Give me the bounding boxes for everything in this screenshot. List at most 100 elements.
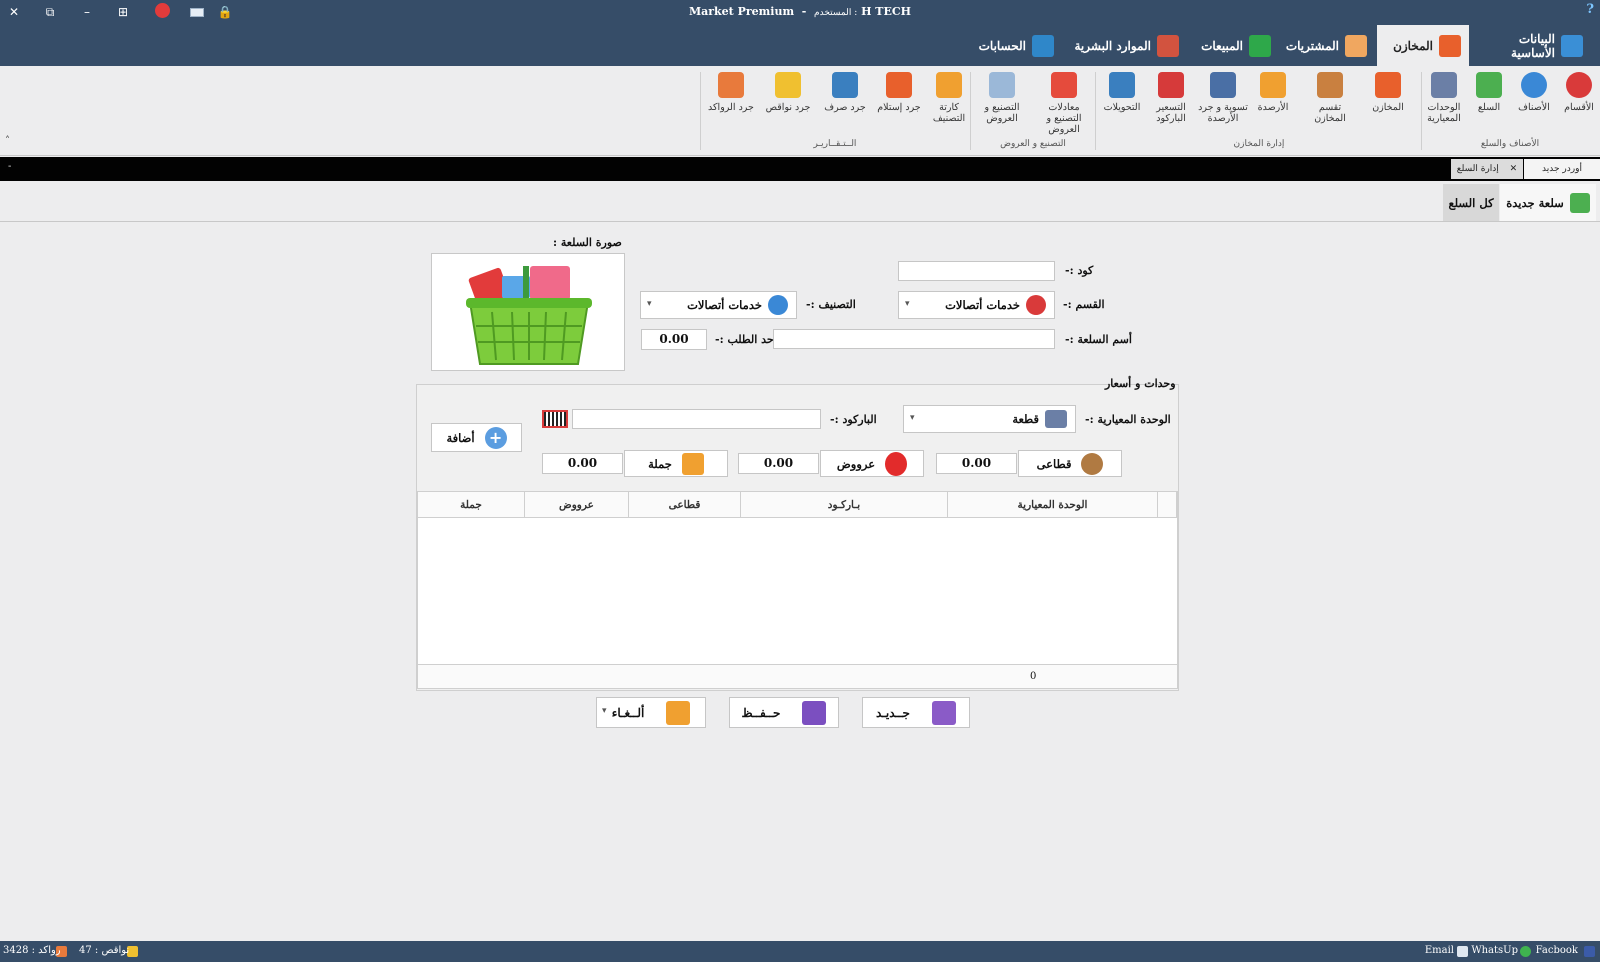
- email-link[interactable]: Email: [1425, 945, 1454, 956]
- sales-icon: [1249, 34, 1271, 57]
- purchases-icon: [1345, 34, 1367, 57]
- ribbon-issue-inventory[interactable]: جرد صرف: [822, 70, 868, 134]
- section-select[interactable]: خدمات أتصالات ▾: [898, 291, 1055, 319]
- facebook-icon[interactable]: [1584, 946, 1595, 957]
- transfer-icon: [1109, 72, 1135, 98]
- ribbon-categories[interactable]: الأصناف: [1511, 70, 1557, 134]
- ribbon-goods[interactable]: السلع: [1466, 70, 1512, 134]
- cancel-button[interactable]: ألــغـاء ▾: [596, 697, 706, 728]
- save-icon: [802, 700, 827, 725]
- units-section-title: وحدات و أسعار: [1105, 377, 1176, 390]
- window-title: Market Premium - المستخدم : H TECH: [688, 5, 912, 18]
- ribbon-transfers[interactable]: التحويلات: [1099, 70, 1145, 134]
- tab-warehouses[interactable]: المخازن: [1377, 25, 1469, 66]
- email-icon[interactable]: [1457, 946, 1468, 957]
- ribbon-group-manufacturing: التصنيع و العروض: [1000, 139, 1066, 149]
- doc-tab-goods-management[interactable]: إدارة السلع ✕: [1451, 159, 1523, 179]
- ribbon-manufacturing[interactable]: التصنيع و العروض: [976, 70, 1028, 134]
- doc-tab-new-order[interactable]: أوردر جديد: [1524, 159, 1600, 179]
- ribbon-collapse-button[interactable]: ˄: [5, 136, 10, 147]
- reorder-limit-input[interactable]: 0.00: [641, 329, 707, 350]
- tab-new-item[interactable]: سلعة جديدة: [1500, 184, 1596, 222]
- manufacturing-icon: [989, 72, 1015, 98]
- shortages-count[interactable]: نواقص : 47: [79, 945, 129, 956]
- chevron-down-icon: ▾: [647, 299, 652, 309]
- ribbon-category-card[interactable]: كارتة التصنيف: [926, 70, 972, 134]
- item-photo[interactable]: [431, 253, 625, 371]
- chevron-down-icon[interactable]: ▾: [602, 706, 607, 716]
- barcode-icon[interactable]: [542, 410, 568, 428]
- ribbon-units[interactable]: الوحدات المعيارية: [1421, 70, 1467, 134]
- ribbon-barcode-pricing[interactable]: التسعير الباركود: [1148, 70, 1194, 134]
- user-name: H TECH: [861, 5, 912, 18]
- basket-icon: [1569, 193, 1590, 213]
- tab-all-items[interactable]: كل السلع: [1443, 184, 1499, 222]
- shortage-icon: [775, 72, 801, 98]
- wholesale-price-button[interactable]: جملة: [624, 450, 728, 477]
- basket-icon: [466, 266, 592, 365]
- tab-basic-data[interactable]: البيانات الأساسية: [1469, 25, 1591, 66]
- col-header-retail[interactable]: قطاعى: [629, 492, 741, 518]
- row-count: 0: [1030, 671, 1037, 682]
- scale-icon: [1210, 72, 1236, 98]
- ribbon-stock-settlement[interactable]: تسوية و جرد الأرصدة: [1198, 70, 1248, 134]
- cancel-icon: [666, 700, 691, 725]
- tab-human-resources[interactable]: الموارد البشرية: [1063, 25, 1187, 66]
- new-button[interactable]: جــديـد: [862, 697, 970, 728]
- app-title: Market Premium: [688, 5, 795, 18]
- ribbon-separator: [1421, 72, 1422, 150]
- ribbon-group-warehouses: إدارة المخازن: [1233, 139, 1285, 149]
- barcode-label: الباركود :-: [830, 413, 877, 426]
- stagnant-count[interactable]: رواكد : 3428: [3, 945, 61, 956]
- standard-unit-select[interactable]: قطعة ▾: [903, 405, 1076, 433]
- whatsapp-icon[interactable]: [1520, 946, 1531, 957]
- balances-icon: [1260, 72, 1286, 98]
- whatsapp-link[interactable]: WhatsUp: [1471, 945, 1518, 956]
- title-bar: ✕ ⧉ – ⊞ 🔒 Market Premium - المستخدم : H …: [0, 0, 1600, 24]
- code-label: كود :-: [1065, 264, 1094, 277]
- close-icon[interactable]: ✕: [1510, 164, 1518, 174]
- ribbon-balances[interactable]: الأرصدة: [1250, 70, 1296, 134]
- ribbon-warehouses[interactable]: المخازن: [1365, 70, 1411, 134]
- retail-price-input[interactable]: 0.00: [936, 453, 1017, 474]
- code-input[interactable]: [898, 261, 1055, 281]
- accounts-icon: [1032, 34, 1054, 57]
- receive-icon: [886, 72, 912, 98]
- col-header-offers[interactable]: عرووض: [525, 492, 629, 518]
- offers-price-button[interactable]: عرووض: [820, 450, 924, 477]
- warehouse-split-icon: [1317, 72, 1343, 98]
- ribbon-stagnant-inventory[interactable]: جرد الرواكد: [708, 70, 754, 134]
- ribbon-shortages-inventory[interactable]: جرد نواقص: [765, 70, 811, 134]
- col-header-wholesale[interactable]: جملة: [418, 492, 525, 518]
- ribbon-manufacturing-formulas[interactable]: معادلات التصنيع و العروض: [1034, 70, 1094, 135]
- tab-sales[interactable]: المبيعات: [1189, 25, 1279, 66]
- help-button[interactable]: ?: [1586, 2, 1594, 17]
- people-icon: [1157, 34, 1179, 57]
- ribbon-group-items: الأصناف والسلع: [1480, 139, 1540, 149]
- tab-purchases[interactable]: المشتريات: [1281, 25, 1375, 66]
- item-name-input[interactable]: [773, 329, 1055, 349]
- doc-strip-menu[interactable]: -: [8, 161, 11, 172]
- sale-icon: [885, 451, 908, 476]
- ribbon-warehouse-split[interactable]: تقسم المخازن: [1302, 70, 1358, 134]
- tab-accounts[interactable]: الحسابات: [966, 25, 1062, 66]
- col-header-barcode[interactable]: بـاركـود: [741, 492, 948, 518]
- ribbon-separator: [700, 72, 701, 150]
- ribbon-receipt-inventory[interactable]: جرد إستلام: [876, 70, 922, 134]
- retail-price-button[interactable]: قطاعى: [1018, 450, 1122, 477]
- add-unit-button[interactable]: + أضافة: [431, 423, 522, 452]
- save-button[interactable]: حــفــظ: [729, 697, 839, 728]
- facebook-link[interactable]: Facbook: [1536, 945, 1578, 956]
- warehouse-icon: [1439, 34, 1461, 57]
- col-header-standard-unit[interactable]: الوحدة المعيارية: [948, 492, 1158, 518]
- divider: [0, 221, 1600, 222]
- barcode-input[interactable]: [572, 409, 821, 429]
- new-document-icon: [931, 700, 956, 725]
- ribbon-sections[interactable]: الأقسام: [1556, 70, 1600, 134]
- standard-unit-label: الوحدة المعيارية :-: [1085, 413, 1171, 426]
- category-select[interactable]: خدمات أتصالات ▾: [640, 291, 797, 319]
- building-icon: [1561, 34, 1583, 57]
- wholesale-price-input[interactable]: 0.00: [542, 453, 623, 474]
- offers-price-input[interactable]: 0.00: [738, 453, 819, 474]
- grid-footer: 0: [418, 664, 1177, 688]
